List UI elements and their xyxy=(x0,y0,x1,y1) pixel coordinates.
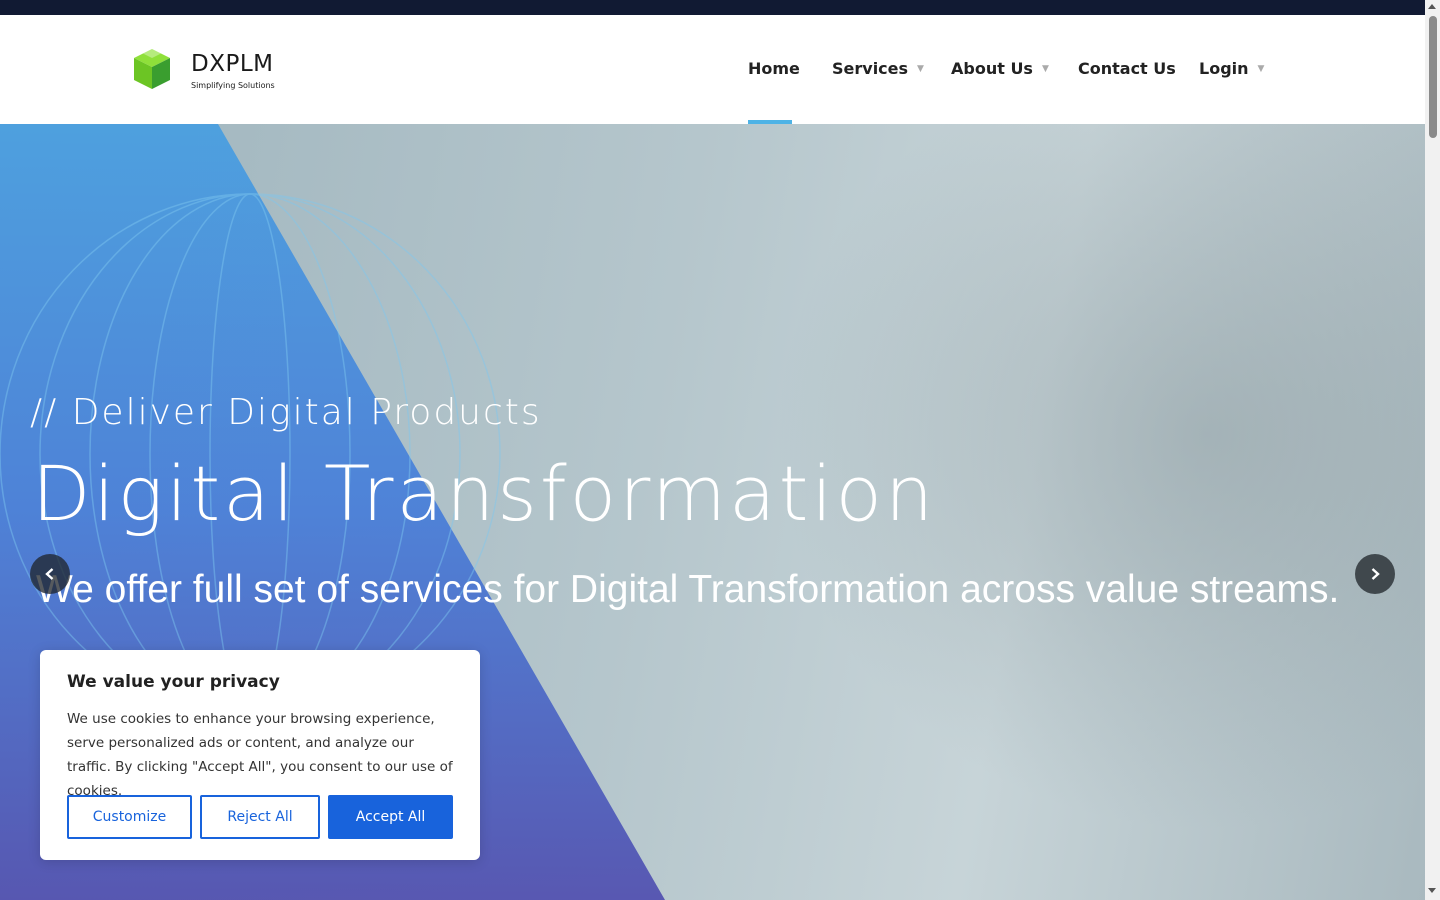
chevron-left-icon xyxy=(45,568,54,580)
nav-label: Home xyxy=(748,59,800,78)
hero-subtitle: // Deliver Digital Products xyxy=(30,392,542,433)
hero-text: We offer full set of services for Digita… xyxy=(36,568,1340,611)
reject-all-button[interactable]: Reject All xyxy=(200,795,320,839)
nav-item-login[interactable]: Login ▼ xyxy=(1199,59,1264,78)
slider-next-button[interactable] xyxy=(1355,554,1395,594)
cookie-body: We use cookies to enhance your browsing … xyxy=(67,711,453,799)
caret-down-icon: ▼ xyxy=(1257,64,1265,74)
scroll-down-icon[interactable] xyxy=(1428,888,1436,893)
top-bar xyxy=(0,0,1425,15)
nav-item-home[interactable]: Home xyxy=(748,59,800,78)
nav-label: Services xyxy=(832,59,909,78)
caret-down-icon: ▼ xyxy=(1041,64,1049,74)
nav-label: About Us xyxy=(951,59,1033,78)
main-nav: Home Services ▼ About Us ▼ Contact Us Logi… xyxy=(0,15,1425,124)
scrollbar[interactable] xyxy=(1425,0,1440,900)
cookie-title: We value your privacy xyxy=(67,672,280,692)
nav-label: Contact Us xyxy=(1078,59,1176,78)
nav-item-contact-us[interactable]: Contact Us xyxy=(1078,59,1176,78)
chevron-right-icon xyxy=(1371,568,1380,580)
accept-all-button[interactable]: Accept All xyxy=(328,795,453,839)
site-header: DXPLM Simplifying Solutions Home Service… xyxy=(0,15,1425,124)
nav-item-about-us[interactable]: About Us ▼ xyxy=(951,59,1049,78)
caret-down-icon: ▼ xyxy=(917,64,924,74)
customize-button[interactable]: Customize xyxy=(67,795,192,839)
scroll-up-icon[interactable] xyxy=(1428,4,1436,9)
slider-prev-button[interactable] xyxy=(30,554,70,594)
hero-title: Digital Transformation xyxy=(32,449,937,538)
scroll-thumb[interactable] xyxy=(1429,16,1437,138)
nav-item-services[interactable]: Services ▼ xyxy=(832,59,924,78)
nav-label: Login xyxy=(1199,59,1249,78)
cookie-consent-banner: We value your privacy We use cookies to … xyxy=(40,650,480,860)
